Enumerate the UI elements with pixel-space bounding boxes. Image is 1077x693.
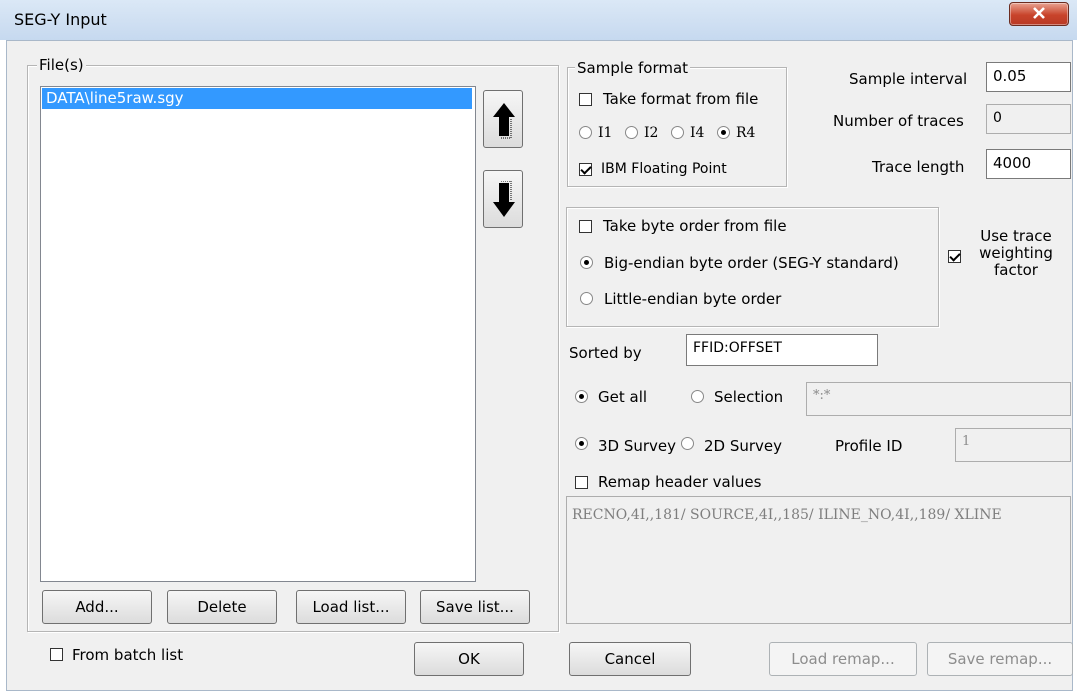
format-r4-radio[interactable]	[717, 126, 730, 139]
use-trace-weighting-label: Use trace weighting factor	[979, 227, 1053, 279]
format-r4-label: R4	[736, 125, 756, 141]
format-i1-radio[interactable]	[579, 126, 592, 139]
load-remap-button[interactable]: Load remap...	[769, 642, 917, 676]
format-i4-radio[interactable]	[671, 126, 684, 139]
selection-radio[interactable]	[691, 390, 704, 403]
take-byte-order-from-file-label: Take byte order from file	[603, 217, 787, 235]
survey-3d-radio[interactable]	[575, 437, 588, 450]
remap-header-values-checkbox[interactable]	[575, 476, 588, 489]
cancel-button[interactable]: Cancel	[569, 642, 691, 676]
title-bar: SEG-Y Input	[0, 0, 1077, 40]
ibm-floating-point-checkbox[interactable]	[579, 163, 592, 176]
ok-button[interactable]: OK	[414, 642, 524, 676]
trace-length-label: Trace length	[872, 158, 965, 176]
move-up-button[interactable]	[483, 90, 523, 148]
profile-id-label: Profile ID	[835, 437, 903, 455]
close-icon	[1033, 7, 1045, 19]
little-endian-radio[interactable]	[580, 292, 593, 305]
sample-interval-label: Sample interval	[849, 70, 968, 88]
file-list[interactable]: DATA\line5raw.sgy	[40, 86, 476, 582]
add-button[interactable]: Add...	[42, 590, 152, 624]
file-list-item[interactable]: DATA\line5raw.sgy	[42, 88, 472, 109]
number-of-traces-label: Number of traces	[833, 112, 964, 130]
sorted-by-field[interactable]: FFID:OFFSET	[686, 334, 878, 366]
from-batch-list-label: From batch list	[72, 646, 184, 664]
number-of-traces-field: 0	[986, 104, 1071, 134]
take-format-from-file-label: Take format from file	[603, 90, 759, 108]
sorted-by-label: Sorted by	[569, 344, 642, 362]
format-i4-label: I4	[690, 125, 705, 141]
move-down-button[interactable]	[483, 170, 523, 228]
profile-id-field: 1	[955, 428, 1071, 462]
survey-2d-radio[interactable]	[681, 437, 694, 450]
survey-2d-label: 2D Survey	[704, 437, 783, 455]
big-endian-label: Big-endian byte order (SEG-Y standard)	[604, 254, 899, 272]
save-remap-button[interactable]: Save remap...	[927, 642, 1073, 676]
remap-header-values-label: Remap header values	[598, 473, 762, 491]
get-all-label: Get all	[598, 388, 648, 406]
load-list-button[interactable]: Load list...	[296, 590, 406, 624]
arrow-up-icon	[493, 103, 515, 139]
take-byte-order-from-file-checkbox[interactable]	[579, 220, 592, 233]
selection-field: *:*	[806, 382, 1071, 416]
get-all-radio[interactable]	[575, 390, 588, 403]
survey-3d-label: 3D Survey	[598, 437, 677, 455]
files-group-label: File(s)	[37, 56, 86, 74]
save-list-button[interactable]: Save list...	[420, 590, 530, 624]
sample-format-group-label: Sample format	[575, 59, 691, 77]
trace-length-field[interactable]: 4000	[986, 149, 1071, 179]
remap-textarea: RECNO,4I,,181/ SOURCE,4I,,185/ ILINE_NO,…	[566, 496, 1071, 624]
format-i1-label: I1	[598, 125, 613, 141]
format-i2-label: I2	[644, 125, 659, 141]
take-format-from-file-checkbox[interactable]	[579, 93, 592, 106]
format-i2-radio[interactable]	[625, 126, 638, 139]
use-trace-weighting-checkbox[interactable]	[948, 250, 961, 263]
sample-interval-field[interactable]: 0.05	[986, 62, 1071, 92]
window-title: SEG-Y Input	[14, 10, 107, 29]
big-endian-radio[interactable]	[580, 256, 593, 269]
delete-button[interactable]: Delete	[167, 590, 277, 624]
little-endian-label: Little-endian byte order	[604, 290, 782, 308]
selection-label: Selection	[714, 388, 784, 406]
close-button[interactable]	[1009, 2, 1069, 26]
ibm-floating-point-label: IBM Floating Point	[601, 161, 727, 177]
from-batch-list-checkbox[interactable]	[50, 648, 63, 661]
arrow-down-icon	[493, 181, 515, 217]
